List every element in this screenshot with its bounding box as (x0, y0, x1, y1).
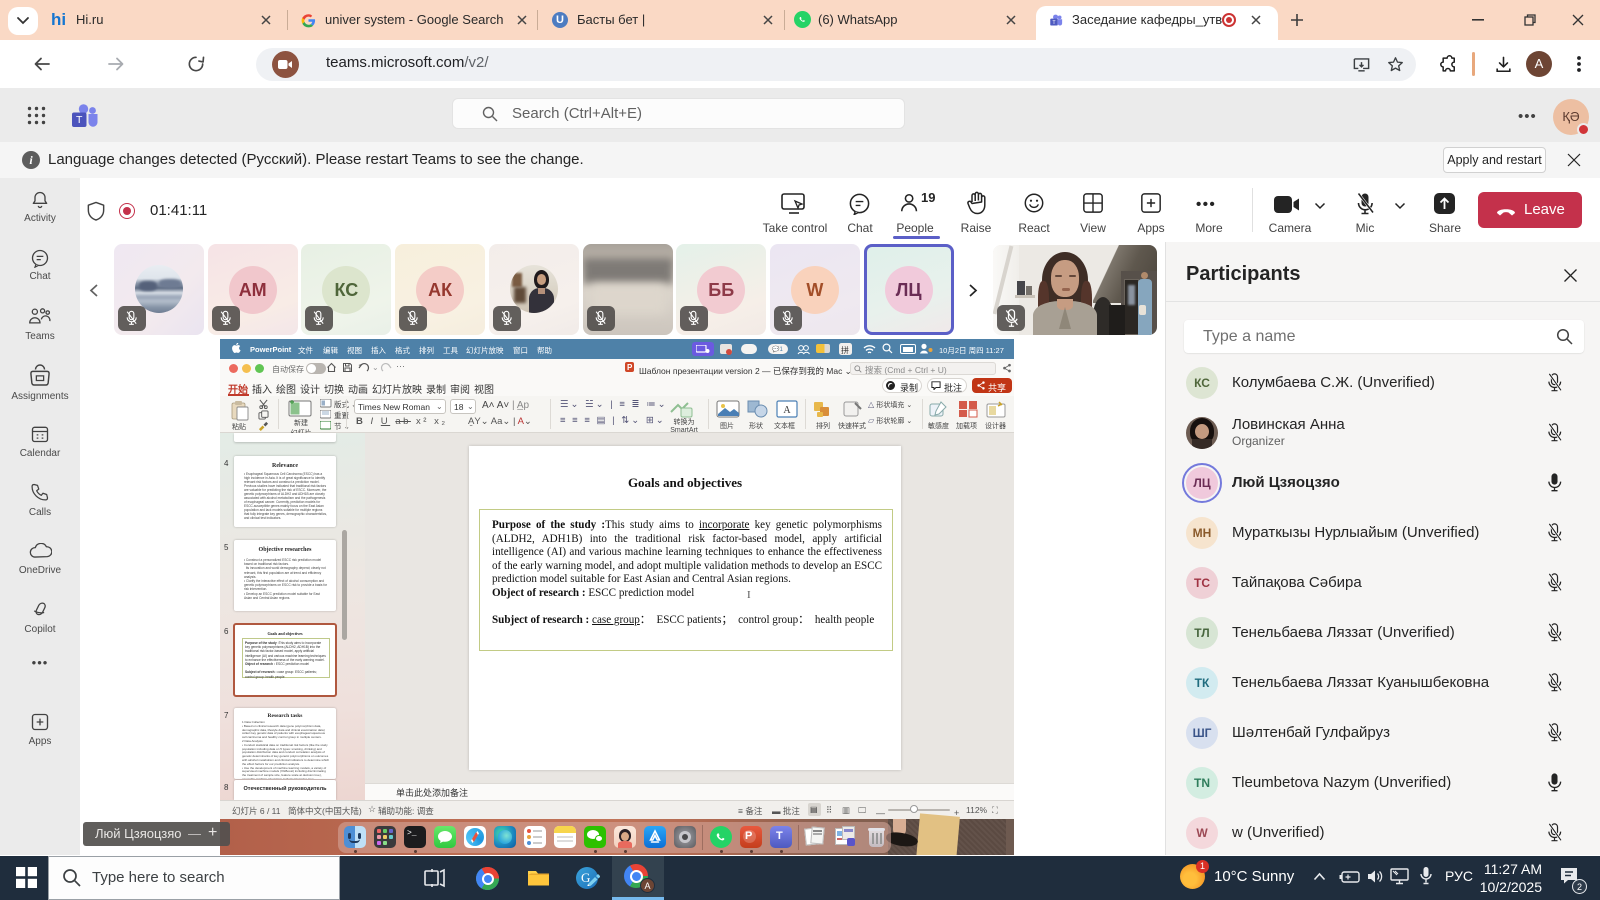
svg-text:A: A (783, 405, 791, 416)
svg-text:T: T (76, 114, 83, 126)
